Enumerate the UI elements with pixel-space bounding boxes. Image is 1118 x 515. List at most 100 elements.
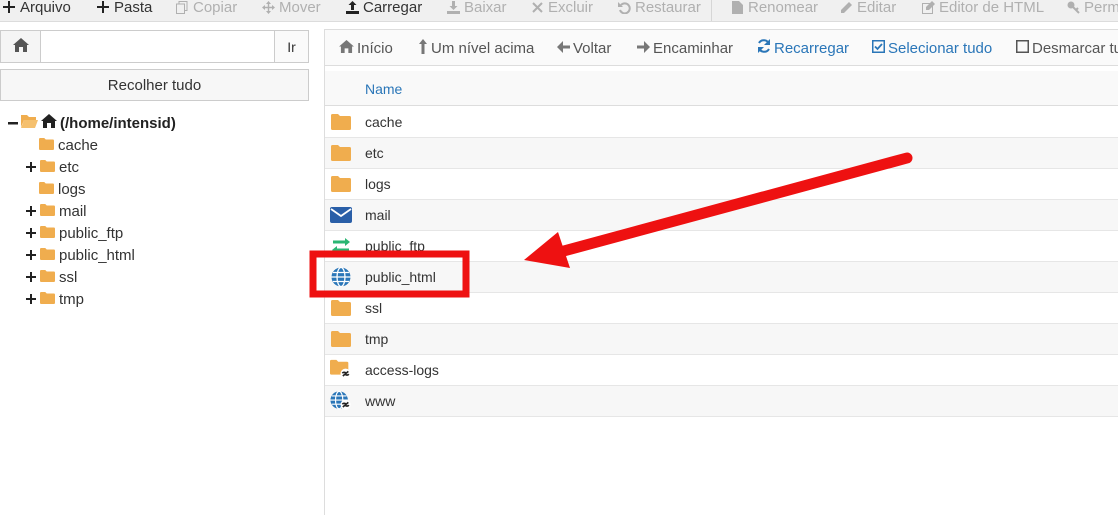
tree-item-cache[interactable]: cache	[39, 135, 98, 155]
select-all-button[interactable]: Selecionar tudo	[872, 39, 992, 57]
permissions-button[interactable]: Perm	[1066, 0, 1118, 18]
pencil-icon	[839, 0, 853, 14]
delete-button[interactable]: Excluir	[530, 0, 593, 18]
checkbox-checked-icon	[872, 39, 885, 57]
key-icon	[1066, 0, 1080, 14]
html-editor-button[interactable]: Editor de HTML	[921, 0, 1044, 18]
forward-button[interactable]: Encaminhar	[637, 39, 733, 57]
file-list-panel: Início Um nível acima Voltar Encaminhar …	[324, 29, 1118, 515]
copy-icon	[175, 0, 189, 14]
tree-item-tmp[interactable]: tmp	[26, 289, 84, 309]
download-icon	[446, 0, 460, 14]
top-toolbar: Arquivo Pasta Copiar Mover Carregar Baix…	[0, 0, 1118, 22]
file-row-access-logs[interactable]: access-logs	[325, 355, 1118, 386]
file-row-tmp[interactable]: tmp	[325, 324, 1118, 355]
file-row-logs[interactable]: logs	[325, 169, 1118, 200]
upload-button[interactable]: Carregar	[345, 0, 422, 18]
collapse-all-button[interactable]: Recolher tudo	[0, 69, 309, 101]
home-button[interactable]	[1, 31, 41, 62]
file-name: ssl	[365, 300, 383, 316]
globe-link-icon	[330, 390, 352, 412]
tree-item-label: public_html	[59, 246, 135, 264]
file-row-etc[interactable]: etc	[325, 138, 1118, 169]
file-name: logs	[365, 176, 391, 192]
path-bar: Ir	[0, 30, 309, 63]
download-button[interactable]: Baixar	[446, 0, 507, 18]
new-folder-button[interactable]: Pasta	[96, 0, 152, 18]
file-icon	[730, 0, 744, 14]
plus-icon[interactable]	[26, 162, 36, 172]
tree-item-label: mail	[59, 202, 87, 220]
pencil-square-icon	[921, 0, 935, 14]
file-name: etc	[365, 145, 384, 161]
tree-item-logs[interactable]: logs	[39, 179, 86, 199]
folder-icon	[330, 142, 352, 164]
file-row-ssl[interactable]: ssl	[325, 293, 1118, 324]
rename-button[interactable]: Renomear	[730, 0, 818, 18]
folder-open-icon	[21, 114, 38, 132]
tree-item-label: ssl	[59, 268, 78, 286]
move-button[interactable]: Mover	[261, 0, 321, 18]
tree-item-public-ftp[interactable]: public_ftp	[26, 223, 123, 243]
copy-button[interactable]: Copiar	[175, 0, 237, 18]
close-icon	[530, 0, 544, 14]
folder-icon	[39, 181, 54, 198]
plus-icon[interactable]	[26, 294, 36, 304]
folder-icon	[330, 328, 352, 350]
refresh-icon	[757, 39, 771, 57]
restore-button[interactable]: Restaurar	[617, 0, 701, 18]
tree-item-mail[interactable]: mail	[26, 201, 87, 221]
file-row-public-ftp[interactable]: public_ftp	[325, 231, 1118, 262]
home-icon	[12, 38, 29, 55]
home-icon	[339, 39, 354, 57]
home-icon	[41, 114, 57, 132]
tree-root[interactable]: (/home/intensid)	[8, 113, 176, 133]
name-column-header[interactable]: Name	[365, 81, 402, 97]
file-name: mail	[365, 207, 391, 223]
arrow-right-icon	[637, 40, 650, 57]
move-icon	[261, 0, 275, 14]
level-up-icon	[418, 38, 428, 58]
new-file-button[interactable]: Arquivo	[2, 0, 71, 18]
globe-icon	[330, 266, 352, 288]
plus-icon[interactable]	[26, 272, 36, 282]
reload-button[interactable]: Recarregar	[757, 39, 849, 57]
file-row-mail[interactable]: mail	[325, 200, 1118, 231]
level-up-button[interactable]: Um nível acima	[418, 38, 534, 58]
go-button[interactable]: Ir	[274, 31, 308, 62]
toolbar-divider	[711, 0, 712, 21]
file-name: public_ftp	[365, 238, 425, 254]
transfer-icon	[330, 235, 352, 257]
upload-icon	[345, 0, 359, 14]
folder-icon	[40, 247, 55, 264]
folder-icon	[40, 225, 55, 242]
edit-button[interactable]: Editar	[839, 0, 896, 18]
navigation-toolbar: Início Um nível acima Voltar Encaminhar …	[325, 30, 1118, 66]
tree-item-label: public_ftp	[59, 224, 124, 242]
back-button[interactable]: Voltar	[557, 39, 611, 57]
tree-item-public-html[interactable]: public_html	[26, 245, 135, 265]
deselect-all-button[interactable]: Desmarcar tudo	[1016, 39, 1118, 57]
file-row-www[interactable]: www	[325, 386, 1118, 417]
file-name: tmp	[365, 331, 389, 347]
file-name: cache	[365, 114, 403, 130]
plus-icon[interactable]	[26, 228, 36, 238]
file-row-cache[interactable]: cache	[325, 107, 1118, 138]
tree-root-label: (/home/intensid)	[60, 114, 176, 132]
folder-icon	[39, 137, 54, 154]
path-input[interactable]	[41, 31, 274, 62]
plus-icon	[2, 0, 16, 14]
tree-item-etc[interactable]: etc	[26, 157, 79, 177]
file-row-public-html[interactable]: public_html	[325, 262, 1118, 293]
plus-icon[interactable]	[26, 250, 36, 260]
tree-item-ssl[interactable]: ssl	[26, 267, 77, 287]
plus-icon[interactable]	[26, 206, 36, 216]
file-name: public_html	[365, 269, 436, 285]
undo-icon	[617, 0, 631, 14]
file-name: www	[365, 393, 396, 409]
tree-item-label: etc	[59, 158, 80, 176]
folder-icon	[40, 291, 55, 308]
checkbox-empty-icon	[1016, 39, 1029, 57]
home-nav-button[interactable]: Início	[339, 39, 393, 57]
minus-icon[interactable]	[8, 115, 18, 132]
